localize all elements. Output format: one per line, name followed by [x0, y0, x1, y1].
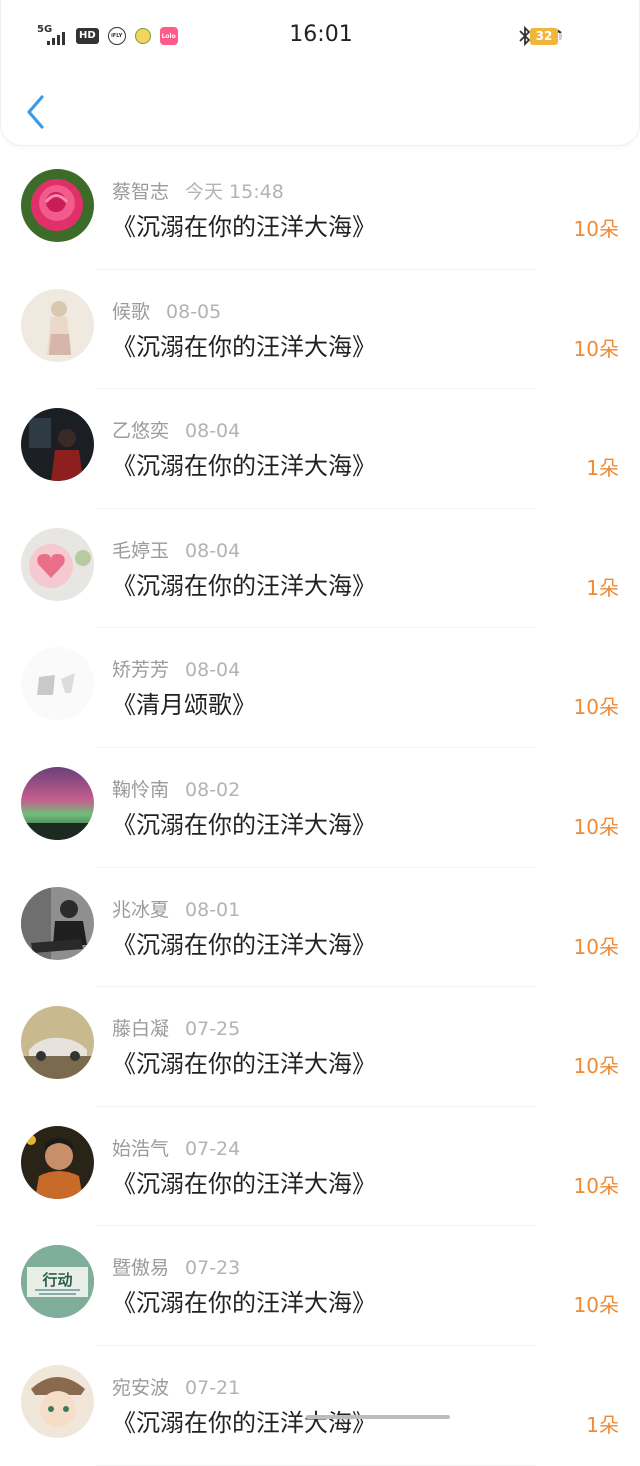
avatar-badge-text: 行动 [42, 1271, 73, 1290]
gift-amount: 1朵 [586, 575, 619, 600]
list-item[interactable]: 蔡智志 今天 15:48 《沉溺在你的汪洋大海》 10朵 [0, 150, 640, 270]
avatar[interactable] [21, 408, 94, 482]
chevron-left-icon [27, 95, 44, 129]
list-item[interactable]: 兆冰夏 08-01 《沉溺在你的汪洋大海》 10朵 [0, 868, 640, 988]
sender-name: 宛安波 07-21 [112, 1373, 240, 1400]
send-time: 07-21 [185, 1376, 241, 1399]
work-title: 《沉溺在你的汪洋大海》 [112, 1408, 376, 1437]
work-title: 《沉溺在你的汪洋大海》 [112, 1289, 376, 1318]
work-title: 《沉溺在你的汪洋大海》 [112, 930, 376, 959]
gift-amount: 10朵 [573, 695, 619, 720]
gift-record-list: 蔡智志 今天 15:48 《沉溺在你的汪洋大海》 10朵 候歌 08-05 《沉溺在… [0, 150, 640, 1466]
gift-amount: 1朵 [586, 456, 619, 481]
work-title: 《清月颂歌》 [112, 691, 256, 720]
sender-name-text: 毛婷玉 [112, 539, 170, 562]
sender-name: 乙悠奕 08-04 [112, 416, 240, 443]
send-time: 08-04 [185, 420, 241, 443]
status-bar: 5G HD iFLY Lolo 16:01 32 [1, 0, 640, 72]
send-time: 08-04 [185, 659, 241, 682]
home-indicator[interactable] [306, 1415, 450, 1419]
send-time: 07-23 [185, 1257, 241, 1280]
sender-name-text: 暨傲易 [112, 1257, 170, 1280]
gift-amount: 10朵 [573, 1054, 619, 1079]
sender-name-text: 宛安波 [112, 1376, 170, 1399]
battery-icon: 32 [530, 28, 558, 45]
list-item[interactable]: 行动 暨傲易 07-23 《沉溺在你的汪洋大海》 10朵 [0, 1226, 640, 1346]
gift-amount: 10朵 [573, 1173, 619, 1198]
sender-name-text: 鞠怜南 [112, 778, 170, 801]
divider [96, 1464, 536, 1466]
send-time: 08-02 [185, 778, 241, 801]
list-item[interactable]: 藤白凝 07-25 《沉溺在你的汪洋大海》 10朵 [0, 987, 640, 1107]
sender-name-text: 候歌 [112, 300, 151, 323]
sender-name: 鞠怜南 08-02 [112, 775, 240, 802]
avatar[interactable]: 行动 [21, 1245, 94, 1319]
back-button[interactable] [21, 92, 51, 132]
list-item[interactable]: 乙悠奕 08-04 《沉溺在你的汪洋大海》 1朵 [0, 389, 640, 509]
avatar[interactable] [21, 1364, 94, 1438]
send-time: 今天 15:48 [185, 181, 284, 203]
gift-amount: 10朵 [573, 336, 619, 361]
sender-name: 蔡智志 今天 15:48 [112, 177, 284, 204]
gift-amount: 1朵 [586, 1412, 619, 1437]
sender-name-text: 矫芳芳 [112, 659, 170, 682]
avatar[interactable] [21, 647, 94, 721]
sender-name-text: 兆冰夏 [112, 898, 170, 921]
work-title: 《沉溺在你的汪洋大海》 [112, 452, 376, 481]
sender-name: 毛婷玉 08-04 [112, 536, 240, 563]
sender-name-text: 蔡智志 [112, 181, 170, 203]
list-item[interactable]: 鞠怜南 08-02 《沉溺在你的汪洋大海》 10朵 [0, 748, 640, 868]
gift-amount: 10朵 [573, 217, 619, 241]
list-item[interactable]: 矫芳芳 08-04 《清月颂歌》 10朵 [0, 628, 640, 748]
avatar[interactable] [21, 169, 94, 242]
send-time: 08-05 [166, 300, 222, 323]
sender-name: 暨傲易 07-23 [112, 1253, 240, 1280]
sender-name: 矫芳芳 08-04 [112, 655, 240, 682]
list-item[interactable]: 候歌 08-05 《沉溺在你的汪洋大海》 10朵 [0, 270, 640, 390]
gift-amount: 10朵 [573, 1293, 619, 1318]
work-title: 《沉溺在你的汪洋大海》 [112, 571, 376, 600]
avatar[interactable] [21, 1125, 94, 1199]
work-title: 《沉溺在你的汪洋大海》 [112, 810, 376, 839]
avatar[interactable] [21, 886, 94, 960]
sender-name: 候歌 08-05 [112, 297, 221, 324]
sender-name: 藤白凝 07-25 [112, 1014, 240, 1041]
sender-name: 兆冰夏 08-01 [112, 895, 240, 922]
list-item[interactable]: 始浩气 07-24 《沉溺在你的汪洋大海》 10朵 [0, 1107, 640, 1227]
list-item[interactable]: 宛安波 07-21 《沉溺在你的汪洋大海》 1朵 [0, 1346, 640, 1466]
avatar[interactable] [21, 527, 94, 601]
list-item[interactable]: 毛婷玉 08-04 《沉溺在你的汪洋大海》 1朵 [0, 509, 640, 629]
gift-amount: 10朵 [573, 814, 619, 839]
gift-amount: 10朵 [573, 934, 619, 959]
sender-name-text: 始浩气 [112, 1137, 170, 1160]
avatar[interactable] [21, 766, 94, 840]
avatar[interactable] [21, 288, 94, 362]
battery-tip [559, 33, 562, 40]
work-title: 《沉溺在你的汪洋大海》 [112, 1050, 376, 1079]
work-title: 《沉溺在你的汪洋大海》 [112, 1169, 376, 1198]
sender-name-text: 乙悠奕 [112, 420, 170, 443]
avatar[interactable] [21, 1006, 94, 1080]
sender-name-text: 藤白凝 [112, 1018, 170, 1041]
work-title: 《沉溺在你的汪洋大海》 [112, 213, 376, 241]
sender-name: 始浩气 07-24 [112, 1134, 240, 1161]
send-time: 07-24 [185, 1137, 241, 1160]
send-time: 08-04 [185, 539, 241, 562]
header-card: 5G HD iFLY Lolo 16:01 32 [0, 0, 640, 146]
work-title: 《沉溺在你的汪洋大海》 [112, 332, 376, 361]
send-time: 07-25 [185, 1018, 241, 1041]
send-time: 08-01 [185, 898, 241, 921]
